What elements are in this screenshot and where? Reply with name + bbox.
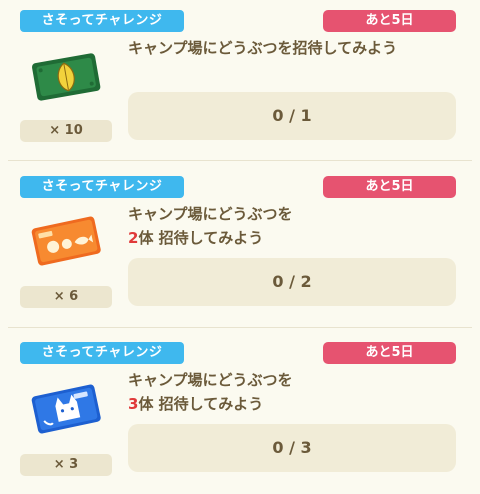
- divider: [8, 327, 472, 328]
- challenge-title-line1: キャンプ場にどうぶつを: [128, 371, 293, 389]
- challenge-count: 2: [128, 229, 139, 247]
- days-left-badge: あと5日: [323, 10, 456, 32]
- challenge-title-line2: 体 招待してみよう: [138, 229, 264, 247]
- progress-bar: 0 / 3: [128, 424, 456, 472]
- challenge-card-1[interactable]: さそってチャレンジ あと5日 キャンプ場にどうぶつを招待してみよう × 10 0…: [0, 0, 480, 160]
- challenge-title: キャンプ場にどうぶつを招待してみよう: [128, 36, 397, 60]
- divider: [8, 160, 472, 161]
- reward: × 6: [20, 214, 112, 308]
- challenge-card-2[interactable]: さそってチャレンジ あと5日 キャンプ場にどうぶつを 2体 招待してみよう × …: [0, 166, 480, 326]
- days-left-badge: あと5日: [323, 342, 456, 364]
- days-left-badge: あと5日: [323, 176, 456, 198]
- challenge-title: キャンプ場にどうぶつを 3体 招待してみよう: [128, 368, 293, 416]
- challenge-tag: さそってチャレンジ: [20, 176, 184, 198]
- challenge-title-line1: キャンプ場にどうぶつを: [128, 205, 293, 223]
- reward: × 10: [20, 50, 112, 142]
- progress-bar: 0 / 1: [128, 92, 456, 140]
- reward-quantity: × 10: [20, 120, 112, 142]
- challenge-card-3[interactable]: さそってチャレンジ あと5日 キャンプ場にどうぶつを 3体 招待してみよう × …: [0, 332, 480, 492]
- challenge-title-text: キャンプ場にどうぶつを招待してみよう: [128, 39, 398, 57]
- blue-cat-ticket-icon: [31, 384, 101, 434]
- progress-bar: 0 / 2: [128, 258, 456, 306]
- reward: × 3: [20, 382, 112, 476]
- challenge-tag: さそってチャレンジ: [20, 342, 184, 364]
- reward-quantity: × 3: [20, 454, 112, 476]
- challenge-count: 3: [128, 395, 139, 413]
- reward-quantity: × 6: [20, 286, 112, 308]
- orange-fish-ticket-icon: [31, 216, 101, 266]
- challenge-tag: さそってチャレンジ: [20, 10, 184, 32]
- challenge-title: キャンプ場にどうぶつを 2体 招待してみよう: [128, 202, 293, 250]
- leaf-ticket-icon: [31, 53, 101, 101]
- challenge-title-line2: 体 招待してみよう: [138, 395, 264, 413]
